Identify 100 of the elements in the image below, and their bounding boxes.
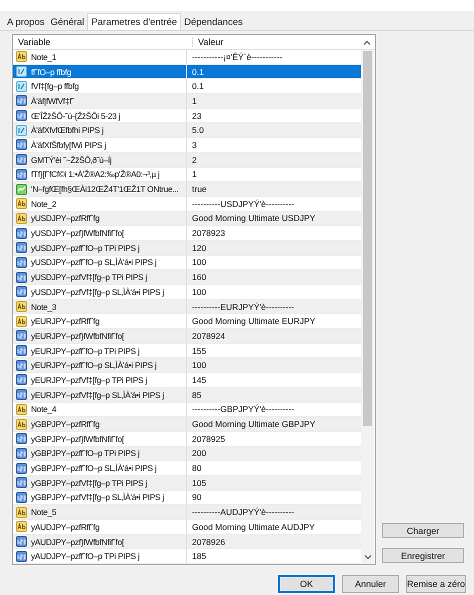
- table-row[interactable]: yGBPJPY–pzfVf‡[fg–p SL‚ÌÀ'á•i PIPS j 90: [13, 490, 361, 506]
- table-row[interactable]: yAUDJPY–pzfRff˘fg Good Morning Ultimate AUDJPY: [13, 520, 361, 535]
- variable-name: Note_4: [31, 404, 56, 414]
- variable-name: fTf}[f˘fCf©i 1:•À'Ž®A2:‰p'Ž®A0:¬³‚µ j: [31, 169, 160, 180]
- table-row[interactable]: yEURJPY–pzff˘fO–p TPi PIPS j 155: [13, 344, 361, 358]
- variable-name: yUSDJPY–pzfVf‡[fg–p SL‚ÌÀ'á•i PIPS j: [31, 286, 164, 297]
- value-cell-text: 3: [191, 140, 198, 150]
- value-cell-text: 0.1: [191, 66, 205, 77]
- table-row[interactable]: Note_5 ----------AUDJPYÝ'è----------: [13, 505, 361, 520]
- table-row[interactable]: yUSDJPY–pzfVf‡[fg–p TPi PIPS j 160: [13, 270, 361, 285]
- dialog-button[interactable]: Remise a zéro: [406, 575, 466, 594]
- variable-name: yEURJPY–pzfRff˘fg: [31, 316, 100, 326]
- scroll-down-icon[interactable]: [364, 555, 372, 560]
- table-row[interactable]: yUSDJPY–pzff˘fO–p SL‚ÌÀ'á•i PIPS j 100: [13, 256, 361, 270]
- variable-name: yUSDJPY–pzf}fWfbfNfif˘fo[: [31, 228, 124, 238]
- variable-name: yUSDJPY–pzff˘fO–p TPi PIPS j: [31, 242, 140, 253]
- value-cell-text: 2: [191, 154, 198, 165]
- value-cell-text: 155: [191, 346, 208, 356]
- value-cell-text: 185: [191, 551, 208, 562]
- value-cell-text: 2078926: [191, 536, 226, 547]
- side-button[interactable]: Charger: [382, 523, 464, 538]
- variable-name: À'äf|fWfVf‡f˜: [31, 96, 74, 106]
- table-row[interactable]: yGBPJPY–pzff˘fO–p TPi PIPS j 200: [13, 446, 361, 462]
- variable-name: yUSDJPY–pzff˘fO–p SL‚ÌÀ'á•i PIPS j: [31, 257, 156, 268]
- table-row[interactable]: yUSDJPY–pzfRff˘fg Good Morning Ultimate USDJPY: [13, 212, 361, 226]
- value-cell-text: 85: [191, 390, 202, 400]
- table-row[interactable]: yEURJPY–pzfRff˘fg Good Morning Ultimate EURJPY: [13, 314, 361, 330]
- value-cell-text: -----------¡¤'ÊÝ`è-----------: [191, 52, 284, 62]
- variable-name: ff˘fO–p ffbfg: [31, 66, 72, 77]
- table-row[interactable]: Note_3 ----------EURJPYÝ'è----------: [13, 300, 361, 314]
- variable-name: yGBPJPY–pzff˘fO–p SL‚ÌÀ'á•i PIPS j: [31, 463, 156, 474]
- variable-name: yGBPJPY–pzfVf‡[fg–p SL‚ÌÀ'á•i PIPS j: [31, 492, 164, 502]
- variable-name: Œ'ÎŽžŠÔ-˜ú-{ŽžŠÔi 5-23 j: [31, 110, 120, 121]
- value-cell-text: 145: [191, 374, 208, 385]
- scroll-up-icon[interactable]: [363, 40, 371, 44]
- value-cell-text: 100: [191, 286, 208, 297]
- variable-name: yUSDJPY–pzfVf‡[fg–p TPi PIPS j: [31, 272, 147, 282]
- value-cell-text: Good Morning Ultimate AUDJPY: [191, 522, 316, 532]
- table-row[interactable]: yUSDJPY–pzfVf‡[fg–p SL‚ÌÀ'á•i PIPS j 100: [13, 285, 361, 300]
- table-row[interactable]: yAUDJPY–pzff˘fO–p TPi PIPS j 185: [13, 549, 361, 564]
- value-cell-text: Good Morning Ultimate USDJPY: [191, 213, 316, 224]
- table-row[interactable]: yEURJPY–pzf}fWfbfNfif˘fo[ 2078924: [13, 329, 361, 344]
- variable-name: yEURJPY–pzfVf‡[fg–p TPi PIPS j: [31, 374, 147, 385]
- variable-name: yEURJPY–pzff˘fO–p SL‚ÌÀ'á•i PIPS j: [31, 360, 156, 370]
- table-row[interactable]: Note_1 -----------¡¤'ÊÝ`è-----------: [13, 50, 361, 65]
- value-cell-text: 100: [191, 360, 208, 370]
- value-cell-text: 5.0: [191, 125, 205, 136]
- dialog-button[interactable]: OK: [278, 575, 335, 594]
- table-row[interactable]: yGBPJPY–pzff˘fO–p SL‚ÌÀ'á•i PIPS j 80: [13, 461, 361, 476]
- value-cell-text: 1: [191, 96, 198, 106]
- table-row[interactable]: Note_4 ----------GBPJPYÝ'è----------: [13, 402, 361, 418]
- table-row[interactable]: À'äfXfvfŒfbfhi PIPS j 5.0: [13, 123, 361, 138]
- value-cell-text: 200: [191, 448, 208, 458]
- tab[interactable]: Général: [48, 14, 88, 30]
- table-row[interactable]: À'äfXfŠfbfy[fWi PIPS j 3: [13, 138, 361, 153]
- variable-name: yGBPJPY–pzf}fWfbfNfif˘fo[: [31, 434, 124, 444]
- side-button[interactable]: Enregistrer: [382, 548, 464, 564]
- table-row[interactable]: fTf}[f˘fCf©i 1:•À'Ž®A2:‰p'Ž®A0:¬³‚µ j 1: [13, 168, 361, 182]
- table-row[interactable]: yGBPJPY–pzf}fWfbfNfif˘fo[ 2078925: [13, 432, 361, 447]
- value-cell-text: ----------EURJPYÝ'è----------: [191, 302, 296, 312]
- variable-name: yAUDJPY–pzff˘fO–p TPi PIPS j: [31, 551, 140, 562]
- value-cell-text: 1: [191, 169, 198, 180]
- variable-name: yEURJPY–pzf}fWfbfNfif˘fo[: [31, 330, 124, 341]
- value-cell-text: 120: [191, 242, 208, 253]
- table-row[interactable]: yGBPJPY–pzfVf‡[fg–p TPi PIPS j 105: [13, 476, 361, 491]
- table-row[interactable]: yUSDJPY–pzff˘fO–p TPi PIPS j 120: [13, 240, 361, 256]
- value-cell-text: 100: [191, 257, 208, 268]
- value-cell-text: 2078924: [191, 330, 226, 341]
- table-row[interactable]: 'N–fgfŒ[fh§ŒÀi12ŒŽ4T'1ŒŽ1T ONtrue... true: [13, 182, 361, 197]
- table-row[interactable]: yUSDJPY–pzf}fWfbfNfif˘fo[ 2078923: [13, 226, 361, 241]
- value-cell-text: 23: [191, 110, 202, 121]
- table-row[interactable]: fVf‡[fg–p ffbfg 0.1: [13, 79, 361, 94]
- value-cell-text: true: [191, 184, 208, 194]
- table-row[interactable]: yEURJPY–pzfVf‡[fg–p SL‚ÌÀ'á•i PIPS j 85: [13, 388, 361, 402]
- value-cell-text: ----------USDJPYÝ'è----------: [191, 198, 296, 209]
- variable-name: Note_5: [31, 507, 56, 518]
- table-row[interactable]: yGBPJPY–pzfRff˘fg Good Morning Ultimate GBPJPY: [13, 417, 361, 432]
- variable-name: yEURJPY–pzfVf‡[fg–p SL‚ÌÀ'á•i PIPS j: [31, 390, 164, 400]
- table-row[interactable]: Note_2 ----------USDJPYÝ'è----------: [13, 196, 361, 212]
- table-row[interactable]: yAUDJPY–pzf}fWfbfNfif˘fo[ 2078926: [13, 534, 361, 550]
- tab[interactable]: A propos: [4, 14, 48, 30]
- table-row[interactable]: GMTÝ'èi ˜~ŽžŠÔ‚ð˜ú–Íj 2: [13, 152, 361, 168]
- table-row[interactable]: Œ'ÎŽžŠÔ-˜ú-{ŽžŠÔi 5-23 j 23: [13, 108, 361, 124]
- table-row[interactable]: À'äf|fWfVf‡f˜ 1: [13, 94, 361, 109]
- variable-name: GMTÝ'èi ˜~ŽžŠÔ‚ð˜ú–Íj: [31, 154, 112, 165]
- variable-name: yAUDJPY–pzfRff˘fg: [31, 522, 100, 532]
- dialog-button[interactable]: Annuler: [342, 575, 399, 594]
- table-row[interactable]: yEURJPY–pzff˘fO–p SL‚ÌÀ'á•i PIPS j 100: [13, 358, 361, 374]
- variable-name: fVf‡[fg–p ffbfg: [31, 81, 79, 92]
- variable-name: Note_3: [31, 302, 56, 312]
- variable-name: yUSDJPY–pzfRff˘fg: [31, 213, 100, 224]
- scrollbar-thumb[interactable]: [363, 51, 372, 426]
- variable-name: À'äfXfŠfbfy[fWi PIPS j: [31, 140, 106, 150]
- table-row[interactable]: yEURJPY–pzfVf‡[fg–p TPi PIPS j 145: [13, 373, 361, 388]
- scrollbar[interactable]: [361, 50, 374, 564]
- tab[interactable]: Dépendances: [181, 14, 246, 30]
- variable-name: 'N–fgfŒ[fh§ŒÀi12ŒŽ4T'1ŒŽ1T ONtrue...: [31, 184, 179, 194]
- table-row[interactable]: ff˘fO–p ffbfg 0.1: [13, 64, 361, 80]
- column-header: Valeur: [197, 37, 224, 47]
- tab[interactable]: Parametres d'entrée: [87, 13, 182, 30]
